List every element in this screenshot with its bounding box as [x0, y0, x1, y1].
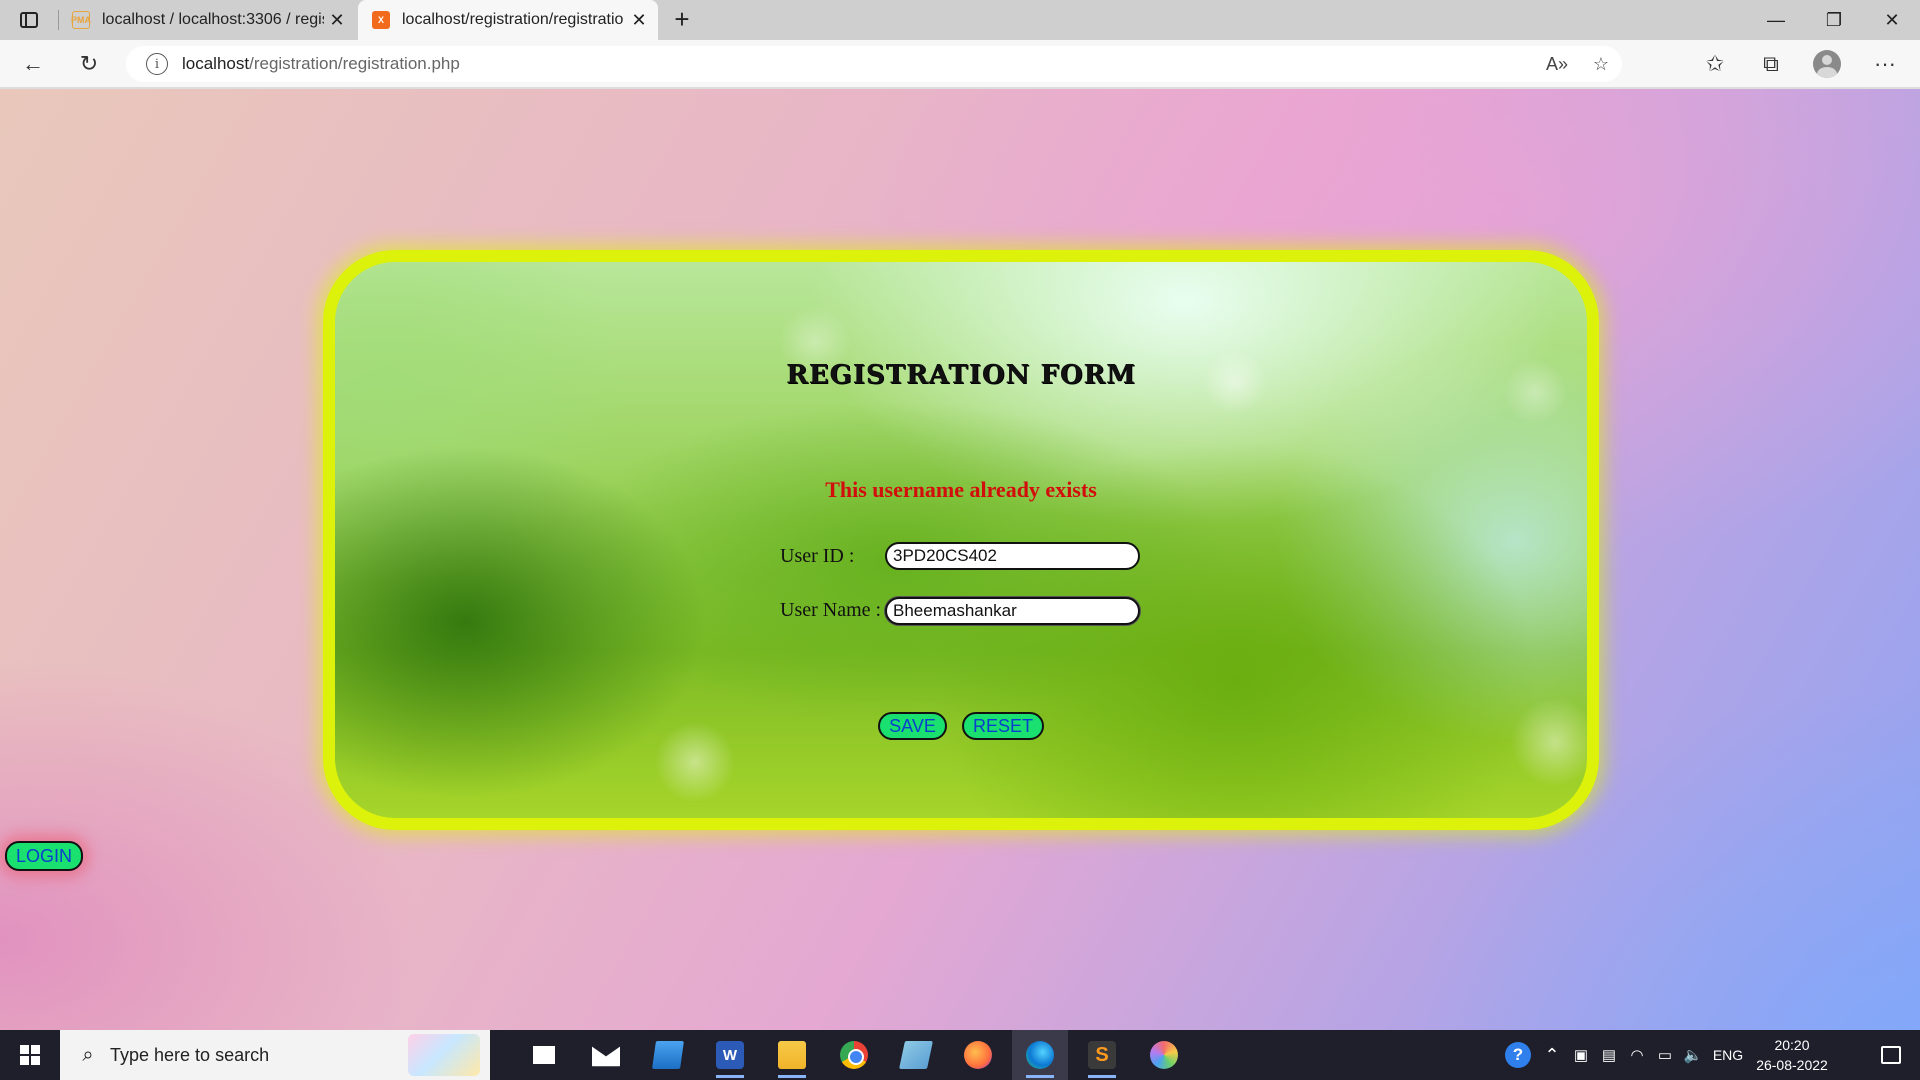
- user-name-label: User Name :: [780, 599, 882, 621]
- tab-phpmyadmin[interactable]: PMA localhost / localhost:3306 / regis ✕: [58, 0, 356, 40]
- read-aloud-icon[interactable]: A»: [1540, 46, 1574, 82]
- browser-tab-bar: PMA localhost / localhost:3306 / regis ✕…: [0, 0, 1920, 40]
- clock-date: 26-08-2022: [1756, 1057, 1828, 1073]
- notification-center[interactable]: [1862, 1030, 1920, 1080]
- clock[interactable]: 20:20 26-08-2022: [1746, 1035, 1838, 1075]
- this-pc-icon: [652, 1041, 684, 1069]
- taskbar-app-chrome[interactable]: [826, 1030, 882, 1080]
- maximize-icon[interactable]: ❐: [1806, 0, 1862, 40]
- close-tab-icon[interactable]: ✕: [626, 10, 652, 31]
- minimize-icon[interactable]: —: [1748, 0, 1804, 40]
- taskbar-app-remote[interactable]: [888, 1030, 944, 1080]
- taskbar-app-store[interactable]: [516, 1030, 572, 1080]
- taskbar-app-word[interactable]: W: [702, 1030, 758, 1080]
- taskbar-search[interactable]: ⌕ Type here to search: [60, 1030, 490, 1080]
- save-button[interactable]: SAVE: [878, 712, 947, 740]
- user-id-label: User ID :: [780, 545, 855, 567]
- address-bar[interactable]: i localhost/registration/registration.ph…: [126, 46, 1622, 82]
- volume-icon[interactable]: 🔈: [1680, 1030, 1706, 1080]
- tab-actions-button[interactable]: [16, 8, 42, 32]
- avatar: [1813, 50, 1841, 78]
- favorites-icon[interactable]: ✩: [1698, 48, 1732, 80]
- clock-time: 20:20: [1774, 1037, 1810, 1053]
- phpmyadmin-icon: PMA: [71, 11, 91, 29]
- tray-help[interactable]: ?: [1500, 1030, 1536, 1080]
- xampp-icon: X: [372, 11, 390, 29]
- taskbar-app-mail[interactable]: [578, 1030, 634, 1080]
- page-viewport: REGISTRATION FORM This username already …: [0, 89, 1920, 1030]
- language-indicator[interactable]: ENG: [1708, 1030, 1748, 1080]
- new-tab-icon[interactable]: +: [666, 4, 698, 36]
- form-title: REGISTRATION FORM: [786, 360, 1136, 390]
- url-path: /registration/registration.php: [249, 54, 460, 73]
- tab-actions-icon: [20, 12, 38, 28]
- taskbar-app-edge[interactable]: [1012, 1030, 1068, 1080]
- tab-registration[interactable]: X localhost/registration/registratio ✕: [358, 0, 658, 40]
- back-icon[interactable]: ←: [16, 48, 50, 80]
- tab-label: localhost / localhost:3306 / regis: [102, 11, 324, 28]
- taskbar-app-sublime[interactable]: S: [1074, 1030, 1130, 1080]
- taskbar-app-explorer[interactable]: [764, 1030, 820, 1080]
- tab-label: localhost/registration/registratio: [402, 11, 624, 28]
- search-placeholder: Type here to search: [110, 1044, 270, 1065]
- paint-icon: [1150, 1041, 1178, 1069]
- close-tab-icon[interactable]: ✕: [324, 10, 350, 31]
- firefox-icon: [964, 1041, 992, 1069]
- user-name-input[interactable]: [885, 597, 1140, 625]
- start-button[interactable]: [0, 1030, 60, 1080]
- wifi-icon[interactable]: ◠: [1624, 1030, 1650, 1080]
- site-info-icon[interactable]: i: [146, 53, 168, 75]
- help-icon: ?: [1505, 1042, 1531, 1068]
- address-url[interactable]: localhost/registration/registration.php: [182, 54, 460, 74]
- file-explorer-icon: [778, 1041, 806, 1069]
- word-icon: W: [716, 1041, 744, 1069]
- taskbar-app-paint[interactable]: [1136, 1030, 1192, 1080]
- profile-button[interactable]: [1810, 48, 1844, 80]
- collections-icon[interactable]: ⧉: [1754, 48, 1788, 80]
- add-favorite-icon[interactable]: ☆: [1584, 46, 1618, 82]
- meet-now-icon[interactable]: ▣: [1568, 1030, 1594, 1080]
- taskbar-app-this-pc[interactable]: [640, 1030, 696, 1080]
- mail-icon: [592, 1046, 620, 1067]
- reload-icon[interactable]: ↻: [72, 48, 106, 80]
- browser-toolbar: ← ↻ i localhost/registration/registratio…: [0, 40, 1920, 88]
- microsoft-store-icon: [530, 1041, 558, 1069]
- windows-icon: [20, 1045, 40, 1065]
- login-button[interactable]: LOGIN: [5, 841, 83, 871]
- sublime-text-icon: S: [1088, 1041, 1116, 1069]
- show-hidden-icons-icon[interactable]: ⌃: [1538, 1030, 1566, 1080]
- search-icon: ⌕: [82, 1043, 94, 1066]
- battery-icon[interactable]: ▭: [1652, 1030, 1678, 1080]
- more-options-icon[interactable]: ···: [1868, 48, 1902, 80]
- windows-taskbar: ⌕ Type here to search W S ? ⌃ ▣ ▤ ◠ ▭ 🔈 …: [0, 1030, 1920, 1080]
- edge-icon: [1026, 1041, 1054, 1069]
- url-host: localhost: [182, 54, 250, 73]
- window-close-icon[interactable]: ✕: [1864, 0, 1920, 40]
- user-id-input[interactable]: [885, 542, 1140, 570]
- notification-icon: [1881, 1046, 1901, 1064]
- search-highlight-image: [408, 1034, 480, 1076]
- taskbar-app-firefox[interactable]: [950, 1030, 1006, 1080]
- error-message: This username already exists: [825, 477, 1097, 502]
- display-icon[interactable]: ▤: [1596, 1030, 1622, 1080]
- chrome-icon: [840, 1041, 868, 1069]
- reset-button[interactable]: RESET: [962, 712, 1044, 740]
- remote-desktop-icon: [899, 1041, 933, 1069]
- login-area: LOGIN: [5, 841, 83, 871]
- registration-card: REGISTRATION FORM This username already …: [323, 250, 1599, 830]
